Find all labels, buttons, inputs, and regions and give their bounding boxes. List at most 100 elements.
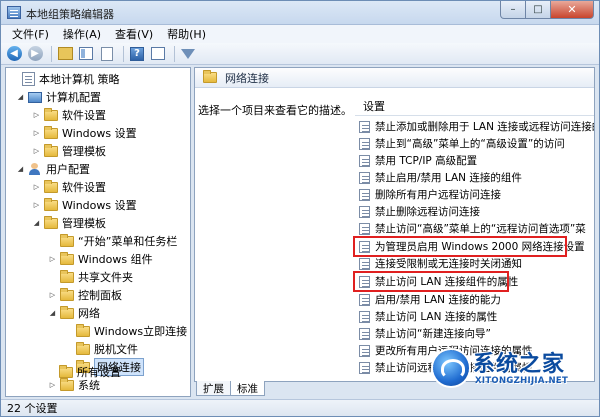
tree-item-label: 桌面 — [78, 395, 100, 396]
expand-arrow-icon[interactable]: ▷ — [32, 111, 41, 120]
show-hide-pane-button[interactable] — [149, 45, 167, 63]
tree-item-offline-files[interactable]: 脱机文件 — [64, 340, 138, 358]
tree-item-user-software-settings[interactable]: ▷ 软件设置 — [32, 178, 106, 196]
minimize-button[interactable]: – — [500, 1, 526, 19]
expand-arrow-icon[interactable]: ▷ — [32, 183, 41, 192]
watermark-emblem-icon — [433, 350, 469, 386]
folder-icon — [60, 233, 74, 247]
gpedit-window: 本地组策略编辑器 – □ ✕ 文件(F) 操作(A) 查看(V) 帮助(H) ◀… — [0, 0, 600, 417]
tree-item-label: 本地计算机 策略 — [39, 73, 120, 86]
tab-standard[interactable]: 标准 — [231, 381, 265, 396]
setting-row[interactable]: 删除所有用户远程访问连接 — [359, 186, 594, 203]
tree-item-windows-connect-now[interactable]: Windows立即连接 — [64, 322, 187, 340]
collapse-arrow-icon[interactable]: ◢ — [32, 219, 41, 228]
expand-arrow-icon[interactable]: ▷ — [48, 255, 57, 264]
tree-item-start-menu-taskbar[interactable]: “开始”菜单和任务栏 — [48, 232, 177, 250]
policy-setting-icon — [359, 171, 370, 184]
tree-item-network[interactable]: ◢ 网络 — [48, 304, 100, 322]
help-icon: ? — [130, 46, 144, 61]
up-one-level-button[interactable] — [56, 45, 74, 63]
expand-arrow-icon[interactable]: ▷ — [32, 201, 41, 210]
menu-file[interactable]: 文件(F) — [5, 26, 56, 42]
view-tabs: 扩展 标准 — [196, 381, 265, 396]
tree-item-control-panel[interactable]: ▷ 控制面板 — [48, 286, 122, 304]
tree-item-label: 所有设置 — [77, 366, 121, 379]
tree-item-admin-templates[interactable]: ▷ 管理模板 — [32, 142, 106, 160]
setting-row[interactable]: 启用/禁用 LAN 连接的能力 — [359, 291, 594, 308]
tree-item-label: 脱机文件 — [94, 343, 138, 356]
window-title: 本地组策略编辑器 — [26, 8, 114, 21]
menu-bar: 文件(F) 操作(A) 查看(V) 帮助(H) — [1, 25, 599, 43]
expand-arrow-icon[interactable]: ▷ — [48, 291, 57, 300]
tree-item-windows-components[interactable]: ▷ Windows 组件 — [48, 250, 153, 268]
filter-button[interactable] — [179, 45, 197, 63]
tree-item-desktop[interactable]: ▷ 桌面 — [48, 394, 100, 396]
forward-button[interactable]: ▶ — [26, 45, 44, 63]
tree-item-user-admin-templates[interactable]: ◢ 管理模板 — [32, 214, 106, 232]
tree-item-label: 用户配置 — [46, 163, 90, 176]
tree-item-computer-config[interactable]: ◢ 计算机配置 — [16, 88, 101, 106]
tree-item-root[interactable]: 本地计算机 策略 — [10, 70, 120, 88]
help-button[interactable]: ? — [128, 45, 146, 63]
folder-icon — [44, 143, 58, 157]
expand-arrow-icon[interactable]: ▷ — [48, 381, 57, 390]
setting-row[interactable]: 禁止访问“新建连接向导” — [359, 325, 594, 342]
folder-icon — [76, 341, 90, 355]
collapse-arrow-icon[interactable]: ◢ — [16, 165, 25, 174]
policy-setting-icon — [359, 240, 370, 253]
toolbar-separator — [174, 45, 175, 62]
setting-row[interactable]: 禁用 TCP/IP 高级配置 — [359, 152, 594, 169]
menu-view[interactable]: 查看(V) — [108, 26, 160, 42]
expand-arrow-icon[interactable]: ▷ — [32, 147, 41, 156]
setting-row-highlighted[interactable]: 禁止访问 LAN 连接组件的属性 — [353, 271, 518, 292]
close-button[interactable]: ✕ — [551, 1, 594, 19]
policy-tree[interactable]: 本地计算机 策略 ◢ 计算机配置 ▷ 软件设置 ▷ Windows 设置 ▷ 管… — [5, 67, 191, 397]
setting-row[interactable]: 禁止访问 LAN 连接的属性 — [359, 308, 594, 325]
collapse-arrow-icon[interactable]: ◢ — [48, 309, 57, 318]
setting-label: 禁止访问“新建连接向导” — [375, 328, 491, 340]
export-list-button[interactable] — [98, 45, 116, 63]
setting-row-highlighted[interactable]: 为管理员启用 Windows 2000 网络连接设置 — [353, 236, 585, 257]
tree-item-windows-settings[interactable]: ▷ Windows 设置 — [32, 124, 137, 142]
policy-setting-icon — [359, 205, 370, 218]
setting-label: 删除所有用户远程访问连接 — [375, 189, 501, 201]
policy-setting-icon — [359, 222, 370, 235]
tree-item-user-windows-settings[interactable]: ▷ Windows 设置 — [32, 196, 137, 214]
setting-row[interactable]: 禁止启用/禁用 LAN 连接的组件 — [359, 169, 594, 186]
menu-help[interactable]: 帮助(H) — [160, 26, 213, 42]
tree-item-user-config[interactable]: ◢ 用户配置 — [16, 160, 90, 178]
setting-row[interactable]: 禁止添加或删除用于 LAN 连接或远程访问连接的组件 — [359, 118, 594, 135]
tree-item-shared-folders[interactable]: 共享文件夹 — [48, 268, 133, 286]
column-header-setting[interactable]: 设置 — [355, 96, 594, 116]
tree-item-label: 共享文件夹 — [78, 271, 133, 284]
expand-arrow-icon[interactable]: ▷ — [32, 129, 41, 138]
tab-extended[interactable]: 扩展 — [196, 381, 231, 396]
setting-row[interactable]: 禁止到“高级”菜单上的“高级设置”的访问 — [359, 135, 594, 152]
setting-row[interactable]: 连接受限制或无连接时关闭通知 — [359, 255, 594, 272]
folder-icon — [44, 125, 58, 139]
setting-label: 禁止到“高级”菜单上的“高级设置”的访问 — [375, 138, 565, 150]
watermark-text: 系统之家 — [473, 352, 566, 377]
menu-action[interactable]: 操作(A) — [56, 26, 108, 42]
collapse-arrow-icon[interactable]: ◢ — [16, 93, 25, 102]
folder-icon — [44, 179, 58, 193]
settings-list[interactable]: 设置 禁止添加或删除用于 LAN 连接或远程访问连接的组件 禁止到“高级”菜单上… — [353, 96, 594, 381]
tree-item-software-settings[interactable]: ▷ 软件设置 — [32, 106, 106, 124]
policy-setting-icon — [359, 154, 370, 167]
setting-row[interactable]: 禁止访问“高级”菜单上的“远程访问首选项”菜 — [359, 220, 594, 237]
folder-icon — [60, 269, 74, 283]
tree-item-all-settings[interactable]: 所有设置 — [47, 363, 121, 381]
tree-item-label: Windows 设置 — [62, 199, 137, 212]
window-controls: – □ ✕ — [500, 1, 594, 19]
tree-item-label: 软件设置 — [62, 109, 106, 122]
maximize-button[interactable]: □ — [526, 1, 551, 19]
setting-label: 为管理员启用 Windows 2000 网络连接设置 — [375, 241, 585, 253]
tree-item-label: Windows立即连接 — [94, 325, 188, 338]
title-bar[interactable]: 本地组策略编辑器 – □ ✕ — [1, 1, 599, 25]
setting-row[interactable]: 禁止删除远程访问连接 — [359, 203, 594, 220]
tree-item-label: 管理模板 — [62, 145, 106, 158]
up-folder-icon — [57, 47, 73, 60]
show-hide-tree-button[interactable] — [77, 45, 95, 63]
filter-icon — [181, 48, 195, 59]
back-button[interactable]: ◀ — [5, 45, 23, 63]
